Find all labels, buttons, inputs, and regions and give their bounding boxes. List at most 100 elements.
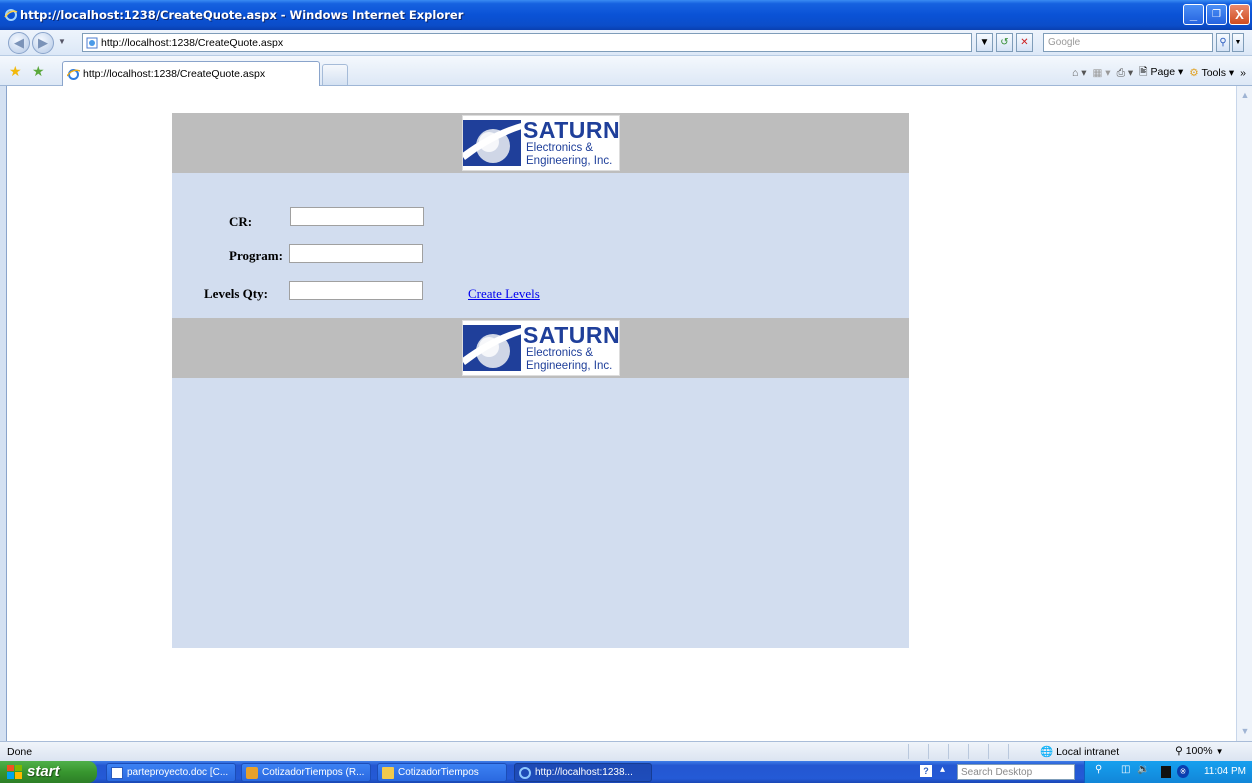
status-text: Done xyxy=(7,746,33,758)
windows-flag-icon xyxy=(7,765,22,779)
gear-icon: ⚙ xyxy=(1189,67,1199,79)
taskbar-item-folder[interactable]: CotizadorTiempos xyxy=(377,763,507,782)
search-input[interactable]: Google xyxy=(1043,33,1213,52)
tab-current[interactable]: http://localhost:1238/CreateQuote.aspx xyxy=(62,61,320,86)
network-icon[interactable]: ◫ xyxy=(1121,764,1130,775)
logo-line-1: Electronics & xyxy=(526,142,594,154)
cr-label: CR: xyxy=(229,214,253,229)
stop-button[interactable]: ✕ xyxy=(1016,33,1033,52)
taskbar-item-label: CotizadorTiempos (R... xyxy=(262,767,365,778)
zoom-control[interactable]: ⚲ 100% ▼ xyxy=(1175,745,1223,757)
taskbar-item-visual-studio[interactable]: CotizadorTiempos (R... xyxy=(241,763,371,782)
zone-label: Local intranet xyxy=(1056,745,1120,758)
security-zone[interactable]: 🌐 Local intranet xyxy=(1040,745,1120,759)
logo-line-1: Electronics & xyxy=(526,347,594,359)
favorites-star-icon[interactable]: ★ xyxy=(9,63,22,80)
volume-icon[interactable]: 🔉 xyxy=(1137,764,1149,775)
scroll-up-icon[interactable]: ▲ xyxy=(1238,88,1252,103)
chevron-more-icon[interactable]: » xyxy=(1240,67,1246,79)
tray-app-icon[interactable] xyxy=(1161,766,1171,778)
minimize-button[interactable]: _ xyxy=(1183,4,1204,25)
taskbar-item-word[interactable]: parteproyecto.doc [C... xyxy=(106,763,236,782)
forward-button[interactable]: ▶ xyxy=(32,32,54,54)
close-icon: X xyxy=(1235,7,1244,22)
feeds-icon[interactable]: ▦ ▾ xyxy=(1092,67,1110,79)
scroll-down-icon[interactable]: ▼ xyxy=(1238,724,1252,739)
internet-explorer-icon xyxy=(519,767,531,779)
status-cell xyxy=(968,744,988,759)
visual-studio-icon xyxy=(246,767,258,779)
header-banner: SATURN Electronics & Engineering, Inc. xyxy=(172,113,909,173)
saturn-logo-icon xyxy=(463,325,523,371)
taskbar-item-label: http://localhost:1238... xyxy=(535,767,633,778)
restore-button[interactable]: ❐ xyxy=(1206,4,1227,25)
chevron-down-icon: ▼ xyxy=(1215,746,1224,756)
tab-row: ★ ★ http://localhost:1238/CreateQuote.as… xyxy=(0,56,1252,86)
taskbar-item-label: CotizadorTiempos xyxy=(398,767,479,778)
logo-brand: SATURN xyxy=(523,117,621,143)
start-label: start xyxy=(27,763,60,780)
forward-arrow-icon: ▶ xyxy=(38,35,48,50)
window-title-bar[interactable]: http://localhost:1238/CreateQuote.aspx -… xyxy=(0,0,1252,30)
taskbar: start parteproyecto.doc [C... CotizadorT… xyxy=(0,761,1252,783)
page-icon: 🖹 xyxy=(1139,66,1148,78)
status-cell xyxy=(948,744,968,759)
status-cell xyxy=(988,744,1008,759)
minimize-icon: _ xyxy=(1189,7,1198,22)
search-options-button[interactable]: ▼ xyxy=(1232,33,1244,52)
address-bar-row: ◀ ▶ ▼ http://localhost:1238/CreateQuote.… xyxy=(0,30,1252,56)
chevron-down-icon: ▼ xyxy=(1234,39,1242,46)
search-placeholder: Google xyxy=(1048,37,1081,48)
new-tab-button[interactable] xyxy=(322,64,348,85)
quote-panel: SATURN Electronics & Engineering, Inc. C… xyxy=(172,113,909,648)
folder-icon xyxy=(382,767,394,779)
desktop-search-input[interactable]: Search Desktop xyxy=(957,764,1075,780)
logo-brand: SATURN xyxy=(523,322,621,348)
vertical-scrollbar[interactable]: ▲ ▼ xyxy=(1236,86,1252,741)
page-menu[interactable]: 🖹 Page ▾ xyxy=(1139,64,1183,82)
status-cells xyxy=(908,744,1028,759)
search-icon: ⚲ xyxy=(1219,37,1227,48)
viewport-left-edge xyxy=(0,86,7,741)
address-dropdown-button[interactable]: ▼ xyxy=(976,33,993,52)
zoom-icon: ⚲ xyxy=(1175,745,1183,757)
word-document-icon xyxy=(111,767,123,779)
clock: 11:04 PM xyxy=(1203,766,1246,777)
address-input[interactable]: http://localhost:1238/CreateQuote.aspx xyxy=(82,33,972,52)
history-dropdown-icon[interactable]: ▼ xyxy=(58,37,66,46)
home-icon[interactable]: ⌂ ▾ xyxy=(1072,67,1087,79)
start-button[interactable]: start xyxy=(0,761,97,783)
tab-label: http://localhost:1238/CreateQuote.aspx xyxy=(83,68,266,80)
command-bar: ⌂ ▾ ▦ ▾ ⎙ ▾ 🖹 Page ▾ ⚙ Tools ▾ » xyxy=(1072,64,1246,82)
taskbar-item-internet-explorer[interactable]: http://localhost:1238... xyxy=(514,763,652,782)
window-title: http://localhost:1238/CreateQuote.aspx -… xyxy=(20,8,464,22)
refresh-button[interactable]: ↺ xyxy=(996,33,1013,52)
create-levels-link[interactable]: Create Levels xyxy=(468,286,540,302)
search-button[interactable]: ⚲ xyxy=(1216,33,1230,52)
status-cell xyxy=(928,744,948,759)
help-icon[interactable]: ? xyxy=(920,765,932,777)
saturn-logo: SATURN Electronics & Engineering, Inc. xyxy=(462,115,620,171)
back-button[interactable]: ◀ xyxy=(8,32,30,54)
close-button[interactable]: X xyxy=(1229,4,1250,25)
cr-input[interactable] xyxy=(290,207,424,226)
tools-menu-label: Tools xyxy=(1201,67,1226,79)
globe-icon: 🌐 xyxy=(1040,746,1054,758)
print-icon[interactable]: ⎙ ▾ xyxy=(1117,67,1134,80)
add-favorites-icon[interactable]: ★ xyxy=(32,63,45,80)
restore-icon: ❐ xyxy=(1212,8,1221,20)
status-cell xyxy=(908,744,928,759)
logo-line-2: Engineering, Inc. xyxy=(526,360,613,372)
chevron-up-icon[interactable]: ▴ xyxy=(940,764,945,775)
desktop-search-placeholder: Search Desktop xyxy=(961,767,1033,778)
search-icon[interactable]: ⚲ xyxy=(1095,764,1102,775)
internet-explorer-icon xyxy=(67,69,80,80)
tools-menu[interactable]: ⚙ Tools ▾ xyxy=(1189,67,1234,79)
zoom-level: 100% xyxy=(1185,745,1213,757)
saturn-logo-icon xyxy=(463,120,523,166)
bluetooth-icon[interactable]: ※ xyxy=(1177,765,1189,778)
stop-icon: ✕ xyxy=(1020,37,1029,48)
levels-qty-input[interactable] xyxy=(289,281,423,300)
program-input[interactable] xyxy=(289,244,423,263)
levels-qty-label: Levels Qty: xyxy=(204,286,268,301)
